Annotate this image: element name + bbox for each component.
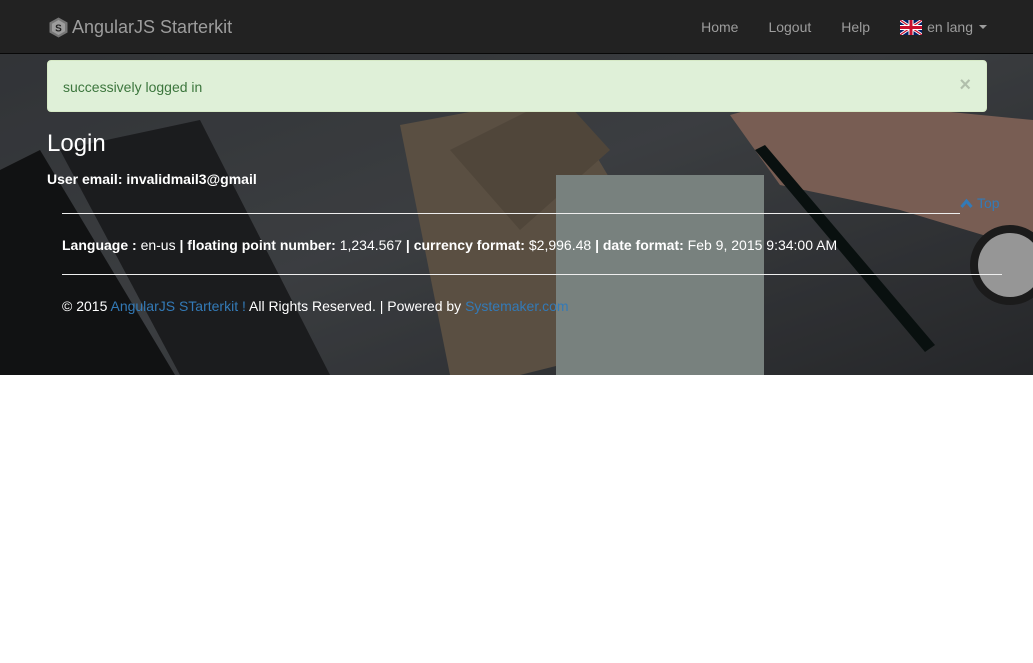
desk-photo-illustration <box>0 0 1033 375</box>
language-dropdown[interactable]: en lang <box>885 0 1033 54</box>
nav-help-link[interactable]: Help <box>826 0 885 54</box>
svg-text:S: S <box>55 23 62 34</box>
user-email-label: User email: <box>47 171 123 187</box>
separator: | <box>179 237 184 253</box>
nav-home-link[interactable]: Home <box>686 0 753 54</box>
locale-info-line: Language : en-us | floating point number… <box>62 237 837 253</box>
date-key: date format: <box>602 237 684 253</box>
language-label: en lang <box>927 19 973 35</box>
user-email-line: User email: invalidmail3@gmail <box>47 171 257 187</box>
language-key: Language : <box>62 237 137 253</box>
brand-label: AngularJS Starterkit <box>72 16 233 37</box>
float-key: floating point number: <box>187 237 336 253</box>
navbar: S AngularJS Starterkit Home Logout Help … <box>0 0 1033 54</box>
page-title: Login <box>47 130 106 157</box>
copyright: © 2015 <box>62 298 108 314</box>
uk-flag-icon <box>900 19 923 35</box>
currency-value: $2,996.48 <box>528 237 592 253</box>
caret-down-icon <box>979 25 987 29</box>
divider <box>62 274 1002 275</box>
divider <box>62 213 960 214</box>
chevron-up-icon <box>960 198 973 208</box>
close-icon[interactable]: × <box>959 75 971 95</box>
language-value: en-us <box>140 237 176 253</box>
float-value: 1,234.567 <box>339 237 403 253</box>
background-photo <box>0 0 1033 375</box>
separator: | <box>405 237 410 253</box>
success-alert: successively logged in × <box>47 60 987 112</box>
rights-text: All Rights Reserved. | Powered by <box>249 298 462 314</box>
separator: | <box>595 237 599 253</box>
top-link-label: Top <box>977 195 1000 211</box>
brand-logo-icon: S <box>49 17 68 37</box>
date-value: Feb 9, 2015 9:34:00 AM <box>687 237 838 253</box>
powered-by-link[interactable]: Systemaker.com <box>465 298 568 314</box>
footer: © 2015 AngularJS STarterkit ! All Rights… <box>62 298 569 314</box>
app-link[interactable]: AngularJS STarterkit ! <box>110 298 245 314</box>
currency-key: currency format: <box>413 237 525 253</box>
nav-logout-link[interactable]: Logout <box>753 0 826 54</box>
alert-message: successively logged in <box>63 79 203 95</box>
back-to-top-link[interactable]: Top <box>960 195 1000 211</box>
brand-link[interactable]: S AngularJS Starterkit <box>48 14 232 40</box>
nav-links: Home Logout Help en lang <box>686 0 1033 54</box>
user-email-value: invalidmail3@gmail <box>126 171 257 187</box>
